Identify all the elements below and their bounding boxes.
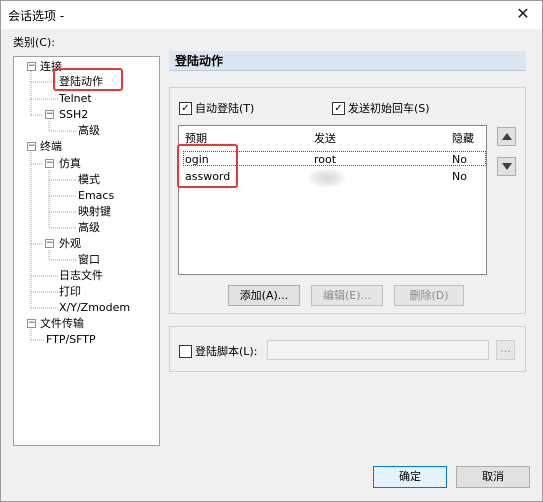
tree-item-ftp-sftp[interactable]: FTP/SFTP xyxy=(46,332,96,347)
table-cell-send[interactable]: root xyxy=(314,153,336,166)
highlight-box-expect-column xyxy=(177,144,238,188)
edit-button[interactable]: 编辑(E)... xyxy=(311,285,383,306)
arrow-down-icon xyxy=(502,163,512,170)
category-label: 类别(C): xyxy=(13,36,55,49)
auto-login-label: 自动登陆(T) xyxy=(195,102,255,115)
title-bar: 会话选项 - ✕ xyxy=(1,1,542,29)
close-icon[interactable]: ✕ xyxy=(510,3,536,25)
table-cell-hidden[interactable]: No xyxy=(452,153,467,166)
send-cr-label: 发送初始回车(S) xyxy=(348,102,430,115)
tree-item-printing[interactable]: 打印 xyxy=(59,284,81,299)
session-options-dialog: 会话选项 - ✕ 类别(C): − 连接 登陆动作 Telnet − SSH2 … xyxy=(0,0,543,502)
window-title: 会话选项 - xyxy=(8,9,65,23)
tree-item-file-transfer[interactable]: 文件传输 xyxy=(40,316,84,331)
login-script-checkbox[interactable] xyxy=(179,344,192,358)
column-header-send[interactable]: 发送 xyxy=(314,130,336,146)
tree-item-xyzmodem[interactable]: X/Y/Zmodem xyxy=(59,300,130,315)
tree-item-appearance[interactable]: 外观 xyxy=(59,236,81,251)
move-down-button[interactable] xyxy=(497,157,516,176)
tree-item-emacs[interactable]: Emacs xyxy=(78,188,114,203)
tree-item-emulation-advanced[interactable]: 高级 xyxy=(78,220,100,235)
section-title: 登陆动作 xyxy=(169,51,526,71)
category-tree[interactable]: − 连接 登陆动作 Telnet − SSH2 高级 − 终端 − 仿真 模式 … xyxy=(13,56,160,446)
table-cell-hidden[interactable]: No xyxy=(452,170,467,183)
auto-login-checkbox[interactable]: ✓ xyxy=(179,101,192,115)
redacted-password xyxy=(309,169,345,187)
login-script-option[interactable]: 登陆脚本(L): xyxy=(179,343,257,359)
login-script-path-input[interactable] xyxy=(267,340,489,360)
send-cr-option[interactable]: ✓ 发送初始回车(S) xyxy=(332,100,430,116)
tree-item-window[interactable]: 窗口 xyxy=(78,252,100,267)
tree-expander-emulation[interactable]: − xyxy=(45,159,54,168)
tree-expander-appearance[interactable]: − xyxy=(45,239,54,248)
send-cr-checkbox[interactable]: ✓ xyxy=(332,101,345,115)
add-button[interactable]: 添加(A)... xyxy=(228,285,300,306)
tree-item-emulation[interactable]: 仿真 xyxy=(59,156,81,171)
tree-expander-connection[interactable]: − xyxy=(27,62,36,71)
login-script-label: 登陆脚本(L): xyxy=(195,345,258,358)
highlight-box-login-actions xyxy=(53,68,123,91)
tree-item-modes[interactable]: 模式 xyxy=(78,172,100,187)
browse-button[interactable]: ... xyxy=(496,340,515,360)
auto-login-option[interactable]: ✓ 自动登陆(T) xyxy=(179,100,254,116)
arrow-up-icon xyxy=(502,133,512,140)
delete-button[interactable]: 删除(D) xyxy=(394,285,464,306)
cancel-button[interactable]: 取消 xyxy=(456,466,530,488)
tree-item-ssh2[interactable]: SSH2 xyxy=(59,107,88,122)
tree-expander-file-transfer[interactable]: − xyxy=(27,319,36,328)
tree-item-log-file[interactable]: 日志文件 xyxy=(59,268,103,283)
move-up-button[interactable] xyxy=(497,127,516,146)
ok-button[interactable]: 确定 xyxy=(373,466,447,488)
tree-item-mapped-keys[interactable]: 映射键 xyxy=(78,204,111,219)
tree-expander-terminal[interactable]: − xyxy=(27,142,36,151)
tree-item-telnet[interactable]: Telnet xyxy=(59,91,92,106)
column-header-hidden[interactable]: 隐藏 xyxy=(452,130,474,146)
tree-item-ssh2-advanced[interactable]: 高级 xyxy=(78,123,100,138)
tree-expander-ssh2[interactable]: − xyxy=(45,110,54,119)
tree-item-terminal[interactable]: 终端 xyxy=(40,139,62,154)
